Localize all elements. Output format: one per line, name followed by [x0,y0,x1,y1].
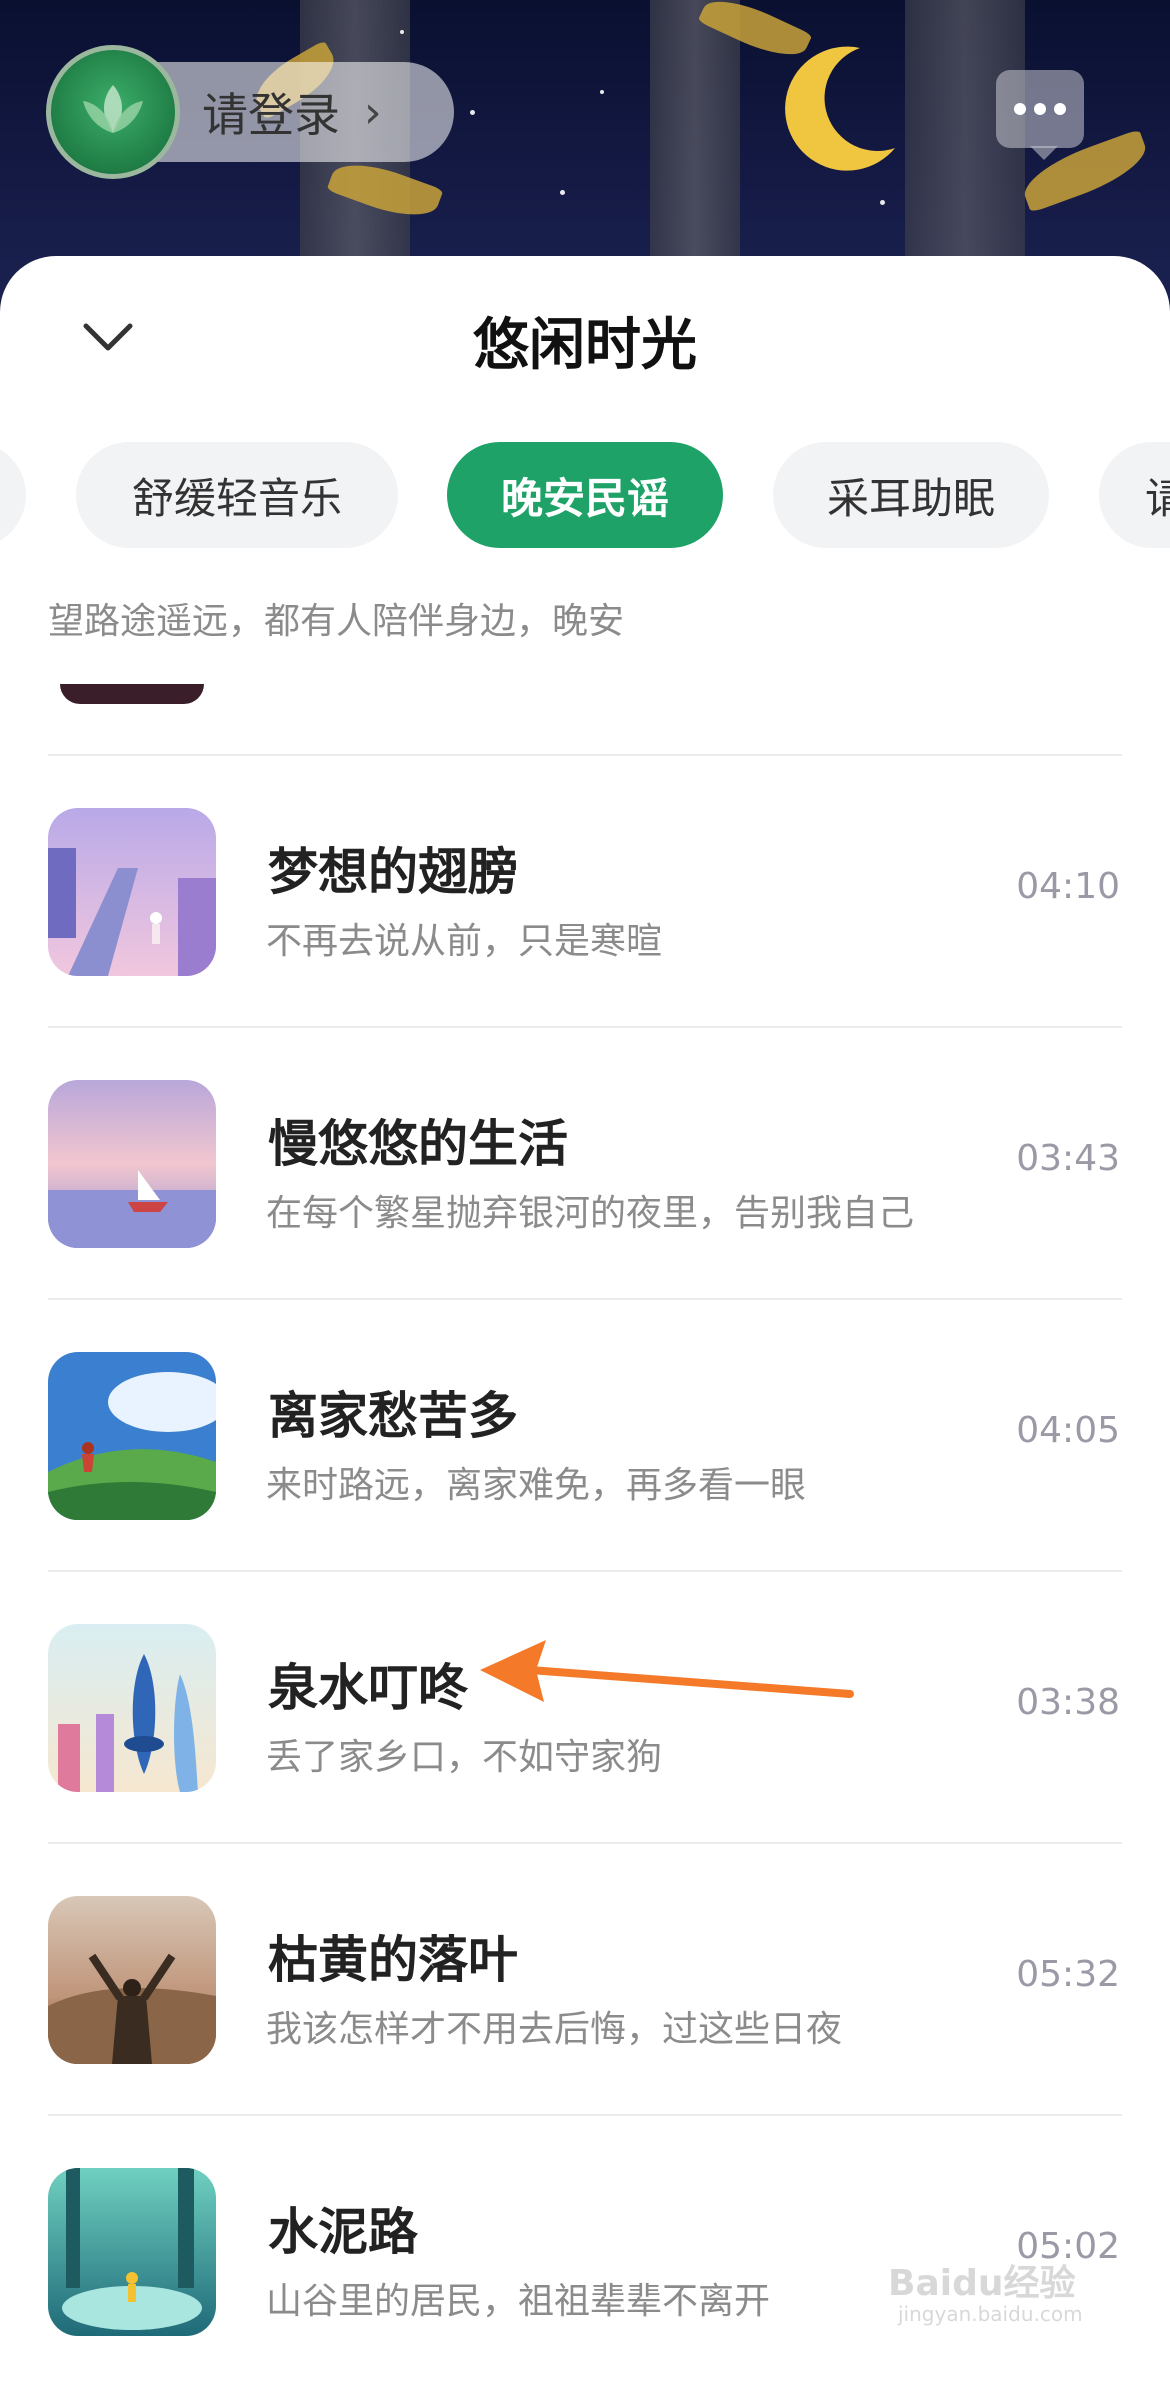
tab-light-music[interactable]: 舒缓轻音乐 [76,442,398,548]
header-background: 请登录 › [0,0,1170,300]
song-thumbnail-partial [60,684,204,704]
watermark: Baidu经验 [888,2263,1076,2304]
category-description: 望路途遥远，都有人陪伴身边，晚安 [48,601,625,642]
tab-ear-cleaning[interactable]: 采耳助眠 [773,442,1049,548]
lotus-icon [83,85,143,133]
star [880,200,885,205]
song-duration: 04:10 [1016,866,1120,907]
song-row[interactable]: 梦想的翅膀 不再去说从前，只是寒暄 04:10 [0,756,1170,1026]
song-subtitle: 在每个繁星抛弃银河的夜里，告别我自己 [266,1193,915,1234]
song-subtitle: 我该怎样才不用去后悔，过这些日夜 [266,2009,843,2050]
moon-icon [785,46,895,171]
chevron-right-icon: › [364,86,382,138]
login-button[interactable]: 请登录 › [46,45,454,179]
sheet-header: 悠闲时光 [0,256,1170,426]
login-label: 请登录 [202,88,340,142]
song-title: 梦想的翅膀 [268,843,518,901]
song-title: 慢悠悠的生活 [268,1115,568,1173]
tree-trunk [905,0,1025,300]
song-duration: 03:38 [1016,1682,1120,1723]
playlist-sheet: 悠闲时光 舒缓轻音乐 晚安民谣 采耳助眠 请 望路途遥远，都有人陪伴身边，晚安 … [0,256,1170,2386]
song-thumbnail [48,1896,216,2064]
song-title: 水泥路 [268,2203,418,2261]
song-duration: 04:05 [1016,1410,1120,1451]
chat-icon-dot [1014,103,1026,115]
song-row[interactable]: 慢悠悠的生活 在每个繁星抛弃银河的夜里，告别我自己 03:43 [0,1028,1170,1298]
star [400,30,404,34]
song-row[interactable]: 离家愁苦多 来时路远，离家难免，再多看一眼 04:05 [0,1300,1170,1570]
song-thumbnail [48,1352,216,1520]
song-subtitle: 山谷里的居民，祖祖辈辈不离开 [266,2281,771,2322]
song-row[interactable]: 枯黄的落叶 我该怎样才不用去后悔，过这些日夜 05:32 [0,1844,1170,2114]
star [560,190,565,195]
star [470,110,475,115]
song-subtitle: 来时路远，离家难免，再多看一眼 [266,1465,807,1506]
tree-trunk [650,0,740,300]
song-thumbnail [48,1624,216,1792]
song-title: 泉水叮咚 [268,1659,468,1717]
chat-icon-dot [1054,103,1066,115]
song-title: 离家愁苦多 [268,1387,518,1445]
category-tabs: 舒缓轻音乐 晚安民谣 采耳助眠 请 [0,442,1170,548]
song-row[interactable]: 水泥路 山谷里的居民，祖祖辈辈不离开 05:02 [0,2116,1170,2386]
song-duration: 05:32 [1016,1954,1120,1995]
tab-night-folk[interactable]: 晚安民谣 [447,442,723,548]
song-thumbnail [48,2168,216,2336]
watermark-url: jingyan.baidu.com [898,2302,1083,2326]
tab-partial-left[interactable] [0,442,26,548]
page-title: 悠闲时光 [473,313,697,378]
song-thumbnail [48,1080,216,1248]
song-duration: 03:43 [1016,1138,1120,1179]
chat-button[interactable] [996,70,1084,148]
avatar [46,45,180,179]
song-thumbnail [48,808,216,976]
song-subtitle: 丢了家乡口，不如守家狗 [266,1737,663,1778]
tab-partial-right[interactable]: 请 [1099,442,1170,548]
annotation-arrow [480,1640,854,1702]
chat-icon-dot [1034,103,1046,115]
song-title: 枯黄的落叶 [268,1931,518,1989]
chat-icon [1030,146,1058,160]
song-subtitle: 不再去说从前，只是寒暄 [266,921,663,962]
star [600,90,604,94]
